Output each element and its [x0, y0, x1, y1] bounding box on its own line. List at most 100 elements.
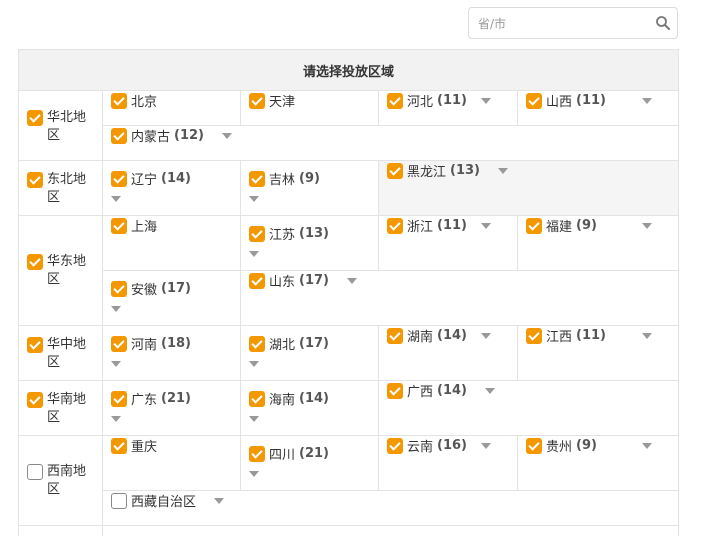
province-name: 黑龙江: [407, 165, 447, 180]
region-label: 西南地区: [47, 464, 87, 497]
caret-down-icon[interactable]: [111, 196, 121, 202]
province-checkbox[interactable]: [387, 218, 403, 234]
city-count: (14): [437, 328, 467, 343]
province-cell: 海南 (14): [240, 380, 379, 436]
province-checkbox[interactable]: [111, 93, 127, 109]
province-checkbox[interactable]: [111, 336, 127, 352]
region-row-huazhong: 华中地区 河南 (18) 湖北 (17) 湖南 (14) 江西 (11): [18, 325, 680, 381]
region-checkbox-huanan[interactable]: [27, 392, 43, 408]
province-cell: 浙江 (11): [378, 215, 518, 271]
caret-down-icon[interactable]: [642, 222, 653, 229]
province-name: 广西: [407, 385, 434, 400]
caret-down-icon[interactable]: [498, 167, 508, 174]
province-name: 安徽: [131, 283, 158, 298]
province-cell: 山东 (17): [239, 270, 680, 326]
province-checkbox[interactable]: [249, 336, 265, 352]
region-row-huabei-2: 内蒙古 (12): [19, 125, 680, 161]
province-checkbox[interactable]: [387, 438, 403, 454]
province-checkbox[interactable]: [111, 438, 127, 454]
city-count: (11): [437, 93, 467, 108]
province-checkbox[interactable]: [249, 226, 265, 242]
province-checkbox[interactable]: [111, 493, 127, 509]
province-checkbox[interactable]: [249, 446, 265, 462]
province-cell: 上海: [102, 215, 241, 271]
caret-down-icon[interactable]: [642, 97, 653, 104]
province-name: 福建: [546, 220, 573, 235]
province-checkbox[interactable]: [111, 281, 127, 297]
city-count: (14): [299, 391, 329, 406]
caret-down-icon[interactable]: [111, 361, 121, 367]
region-label: 华东地区: [47, 253, 87, 287]
province-checkbox[interactable]: [387, 328, 403, 344]
province-checkbox[interactable]: [526, 218, 542, 234]
search-input[interactable]: [478, 14, 648, 34]
caret-down-icon[interactable]: [249, 361, 259, 367]
province-cell-partial: [101, 525, 680, 536]
caret-down-icon[interactable]: [642, 332, 653, 339]
caret-down-icon[interactable]: [481, 222, 491, 229]
province-checkbox[interactable]: [526, 328, 542, 344]
caret-down-icon[interactable]: [249, 416, 259, 422]
city-count: (13): [450, 163, 480, 178]
province-checkbox[interactable]: [387, 163, 403, 179]
caret-down-icon[interactable]: [249, 196, 259, 202]
region-cell-dongbei: 东北地区: [18, 160, 103, 216]
province-checkbox[interactable]: [111, 218, 127, 234]
province-checkbox[interactable]: [111, 391, 127, 407]
caret-down-icon[interactable]: [222, 132, 232, 139]
caret-down-icon[interactable]: [214, 497, 225, 504]
province-cell: 福建 (9): [516, 215, 680, 271]
province-checkbox[interactable]: [526, 438, 542, 454]
city-count: (17): [161, 281, 191, 296]
province-checkbox[interactable]: [249, 171, 265, 187]
province-cell: 山西 (11): [516, 90, 680, 126]
city-count: (9): [299, 171, 320, 186]
region-checkbox-dongbei[interactable]: [27, 172, 43, 188]
province-cell: 北京: [102, 90, 241, 126]
province-name: 云南: [407, 440, 434, 455]
caret-down-icon[interactable]: [111, 306, 121, 312]
province-checkbox[interactable]: [526, 93, 542, 109]
province-cell: 安徽 (17): [102, 270, 241, 326]
province-cell: 江西 (11): [516, 325, 680, 381]
province-checkbox[interactable]: [111, 128, 127, 144]
region-row-partial: [18, 525, 680, 536]
city-count: (9): [576, 218, 597, 233]
search-box[interactable]: [468, 7, 678, 39]
region-cell-huazhong: 华中地区: [18, 325, 103, 381]
region-row-xinan: 西南地区 重庆 四川 (21) 云南 (16) 贵州 (9): [18, 435, 680, 526]
province-checkbox[interactable]: [387, 93, 403, 109]
caret-down-icon[interactable]: [111, 416, 121, 422]
region-checkbox-huadong[interactable]: [27, 253, 43, 270]
region-table: 请选择投放区域 华北地区 北京 天津 河北 (11) 山西 (11) 内蒙古 (12): [17, 49, 680, 536]
search-icon[interactable]: [655, 15, 671, 31]
caret-down-icon[interactable]: [249, 251, 259, 257]
city-count: (11): [437, 218, 467, 233]
province-name: 内蒙古: [131, 130, 171, 145]
caret-down-icon[interactable]: [481, 97, 491, 104]
province-name: 贵州: [546, 440, 573, 455]
province-cell: 河北 (11): [378, 90, 518, 126]
caret-down-icon[interactable]: [481, 332, 491, 339]
province-checkbox[interactable]: [111, 171, 127, 187]
province-cell: 西藏自治区: [101, 490, 680, 526]
caret-down-icon[interactable]: [347, 277, 357, 284]
caret-down-icon[interactable]: [642, 442, 653, 449]
caret-down-icon[interactable]: [249, 471, 259, 477]
province-checkbox[interactable]: [249, 93, 265, 109]
caret-down-icon[interactable]: [485, 387, 495, 394]
caret-down-icon[interactable]: [481, 442, 491, 449]
region-checkbox-huabei[interactable]: [27, 110, 43, 126]
province-cell: 湖南 (14): [378, 325, 518, 381]
province-checkbox[interactable]: [249, 273, 265, 289]
province-name: 山东: [269, 275, 296, 290]
province-name: 湖北: [269, 338, 296, 353]
province-checkbox[interactable]: [387, 383, 403, 399]
region-checkbox-xinan[interactable]: [27, 464, 43, 480]
region-checkbox-huazhong[interactable]: [27, 337, 43, 353]
province-checkbox[interactable]: [249, 391, 265, 407]
region-cell-xinan: 西南地区: [18, 435, 103, 526]
region-row-huanan: 华南地区 广东 (21) 海南 (14) 广西 (14): [18, 380, 680, 436]
city-count: (11): [576, 328, 606, 343]
province-name: 重庆: [131, 440, 158, 455]
